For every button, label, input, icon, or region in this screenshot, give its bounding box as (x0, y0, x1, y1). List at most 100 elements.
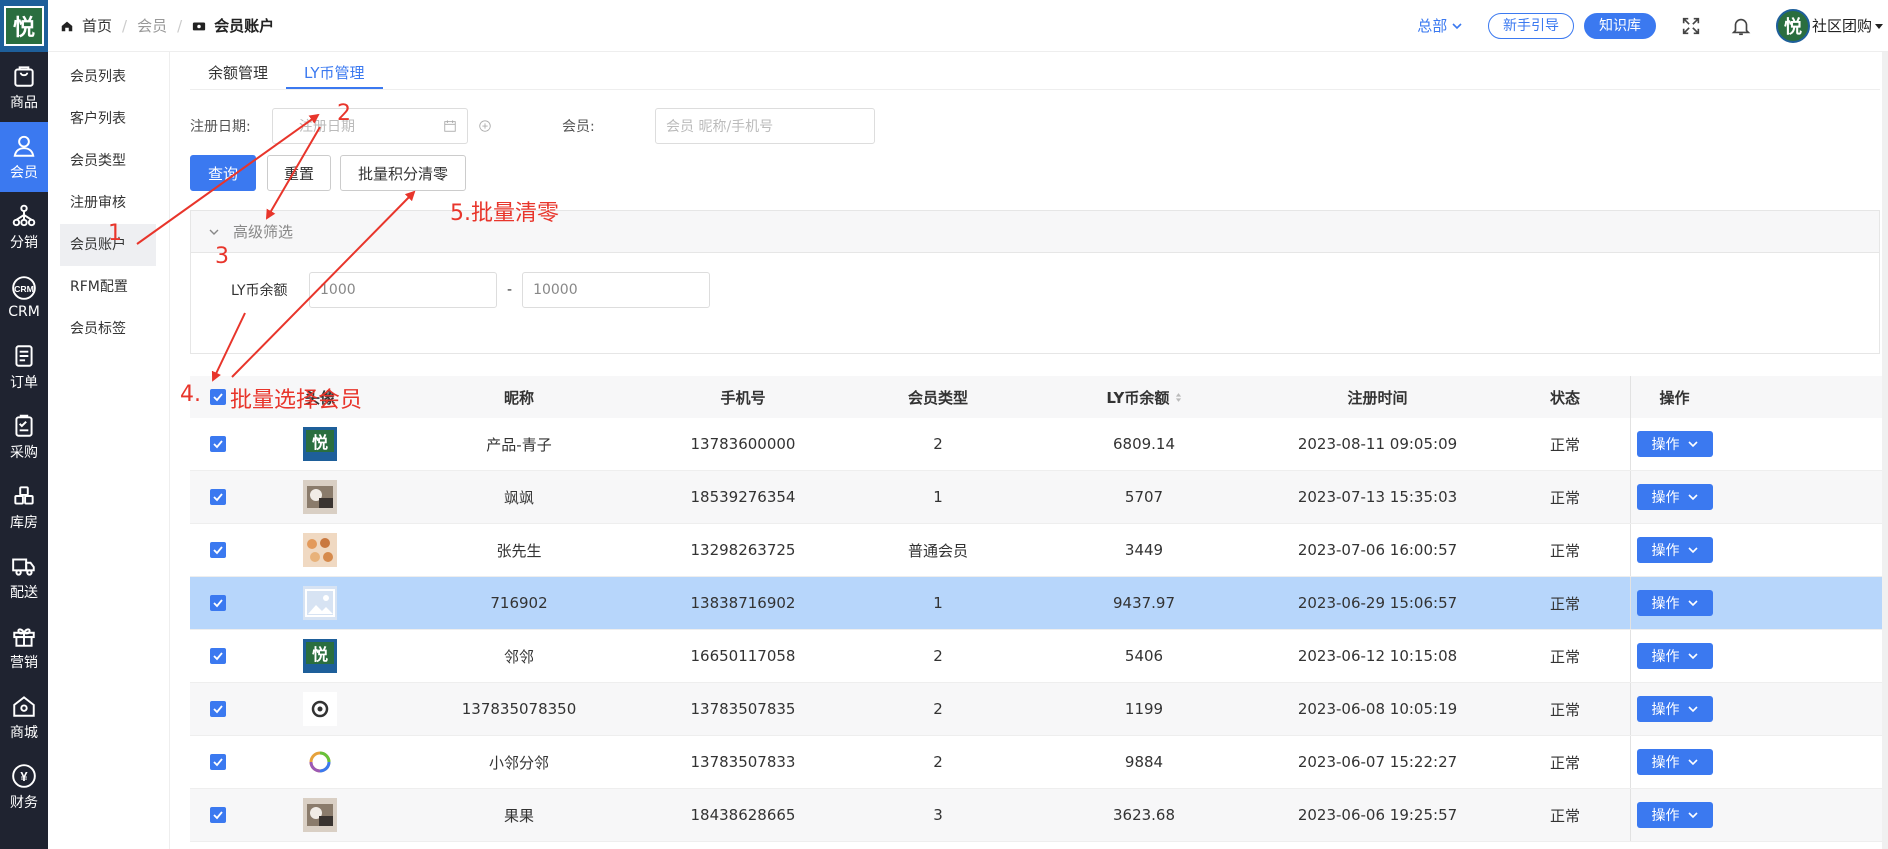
phone-cell: 13298263725 (690, 541, 796, 559)
nav-goods[interactable]: 商品 (0, 52, 48, 122)
app-logo[interactable]: 悦 (0, 0, 48, 52)
nav-warehouse[interactable]: 库房 (0, 472, 48, 542)
status-cell: 正常 (1549, 806, 1580, 825)
caret-down-icon[interactable] (1874, 21, 1884, 31)
nav-distribution[interactable]: 分销 (0, 192, 48, 262)
subnav-member-type[interactable]: 会员类型 (48, 140, 169, 182)
home-crumb-icon[interactable] (60, 19, 74, 33)
phone-cell: 13783507835 (690, 700, 796, 718)
member-type-cell: 2 (933, 700, 943, 718)
batch-clear-button[interactable]: 批量积分清零 (340, 155, 466, 191)
select-all-checkbox[interactable] (209, 389, 226, 405)
member-table: 头像 昵称 手机号 会员类型 LY币余额 注册时间 状态 操作 悦产品-青子 13… (190, 376, 1888, 842)
member-type-cell: 2 (933, 435, 943, 453)
order-icon (15, 344, 33, 367)
crumb-current: 会员账户 (214, 17, 275, 35)
store-name[interactable]: 社区团购 (1812, 15, 1872, 36)
ly-max-input[interactable]: 10000 (522, 272, 711, 308)
tab-ly-coin[interactable]: LY币管理 (286, 56, 383, 89)
operate-dropdown-button[interactable]: 操作 (1636, 590, 1713, 616)
operate-dropdown-button[interactable]: 操作 (1636, 643, 1713, 669)
operate-dropdown-button[interactable]: 操作 (1636, 484, 1713, 510)
row-select-cell[interactable] (190, 542, 245, 558)
table-row[interactable]: 飒飒 18539276354 1 5707 2023-07-13 15:35:03 正常 操… (190, 471, 1888, 524)
check-icon (212, 546, 223, 555)
calendar-icon[interactable] (443, 119, 457, 133)
subnav-rfm-config[interactable]: RFM配置 (48, 266, 169, 308)
member-avatar-image: 悦 (303, 427, 337, 461)
ly-balance-cell: 3449 (1124, 541, 1164, 559)
action-cell: 操作 (1630, 577, 1718, 629)
row-checkbox[interactable] (209, 542, 226, 558)
th-nickname: 昵称 (503, 388, 534, 407)
subnav-customer-list[interactable]: 客户列表 (48, 98, 169, 140)
nav-order[interactable]: 订单 (0, 332, 48, 402)
row-checkbox[interactable] (209, 701, 226, 717)
status-cell: 正常 (1549, 541, 1580, 560)
nav-purchase[interactable]: 采购 (0, 402, 48, 472)
subnav-member-list[interactable]: 会员列表 (48, 56, 169, 98)
row-select-cell[interactable] (190, 807, 245, 823)
operate-label: 操作 (1651, 437, 1680, 453)
subnav-member-tags[interactable]: 会员标签 (48, 308, 169, 350)
operate-dropdown-button[interactable]: 操作 (1636, 802, 1713, 828)
crumb-home[interactable]: 首页 (82, 15, 112, 36)
th-ly-balance[interactable]: LY币余额 (1033, 387, 1255, 408)
branch-selector[interactable]: 总部 (1417, 15, 1462, 36)
operate-dropdown-button[interactable]: 操作 (1636, 431, 1713, 457)
nav-member[interactable]: 会员 (0, 122, 48, 192)
nav-distribution-label: 分销 (10, 234, 38, 251)
row-checkbox[interactable] (209, 648, 226, 664)
chevron-down-icon (209, 229, 219, 235)
row-checkbox[interactable] (209, 754, 226, 770)
table-row[interactable]: 137835078350 13783507835 2 1199 2023-06-08 1… (190, 683, 1888, 736)
table-row[interactable]: 张先生 13298263725 普通会员 3449 2023-07-06 16:00:5… (190, 524, 1888, 577)
nav-crm[interactable]: CRM CRM (0, 262, 48, 332)
table-row[interactable]: 悦 邻邻 16650117058 2 5406 2023-06-12 10:15:08 正常… (190, 630, 1888, 683)
reg-date-input[interactable]: 注册日期 (272, 108, 468, 144)
row-checkbox[interactable] (209, 807, 226, 823)
table-row[interactable]: 小邻分邻 13783507833 2 9884 2023-06-07 15:22:27 正… (190, 736, 1888, 789)
knowledge-base-button[interactable]: 知识库 (1583, 12, 1656, 39)
table-row[interactable]: 716902 13838716902 1 9437.97 2023-06-29 15:0… (190, 577, 1888, 630)
row-select-cell[interactable] (190, 595, 245, 611)
nav-finance[interactable]: ¥ 财务 (0, 752, 48, 822)
bell-icon[interactable] (1730, 15, 1752, 37)
subnav-register-review[interactable]: 注册审核 (48, 182, 169, 224)
row-checkbox[interactable] (209, 595, 226, 611)
operate-dropdown-button[interactable]: 操作 (1636, 696, 1713, 722)
nav-delivery[interactable]: 配送 (0, 542, 48, 612)
table-row[interactable]: 悦 产品-青子 13783600000 2 6809.14 2023-08-11 09:0… (190, 418, 1888, 471)
nav-crm-label: CRM (8, 303, 40, 320)
operate-dropdown-button[interactable]: 操作 (1636, 749, 1713, 775)
status-cell: 正常 (1549, 594, 1580, 613)
guide-button[interactable]: 新手引导 (1487, 12, 1574, 39)
ly-min-input[interactable]: 1000 (309, 272, 497, 308)
query-button[interactable]: 查询 (190, 155, 256, 191)
nav-marketing[interactable]: 营销 (0, 612, 48, 682)
operate-dropdown-button[interactable]: 操作 (1636, 537, 1713, 563)
table-row[interactable]: 果果 18438628665 3 3623.68 2023-06-06 19:25:57… (190, 789, 1888, 842)
row-select-cell[interactable] (190, 701, 245, 717)
row-select-cell[interactable] (190, 648, 245, 664)
row-select-cell[interactable] (190, 436, 245, 452)
reset-button[interactable]: 重置 (267, 155, 331, 191)
row-checkbox[interactable] (209, 436, 226, 452)
fullscreen-icon[interactable] (1680, 15, 1702, 37)
row-select-cell[interactable] (190, 489, 245, 505)
check-icon (212, 440, 223, 449)
advanced-filter-label: 高级筛选 (233, 223, 294, 241)
add-circle-icon[interactable] (478, 119, 492, 133)
row-select-cell[interactable] (190, 754, 245, 770)
vertical-scrollbar[interactable] (1882, 52, 1888, 849)
user-avatar[interactable]: 悦 (1775, 8, 1810, 43)
crumb-member[interactable]: 会员 (137, 15, 167, 36)
row-checkbox[interactable] (209, 489, 226, 505)
sort-icon[interactable] (1175, 392, 1182, 403)
member-search-input[interactable]: 会员 昵称/手机号 (655, 108, 875, 144)
warehouse-icon (14, 485, 34, 505)
advanced-filter-toggle[interactable]: 高级筛选 (191, 211, 1879, 253)
tab-balance[interactable]: 余额管理 (190, 56, 286, 89)
operate-label: 操作 (1651, 543, 1680, 559)
nav-mall[interactable]: 商城 (0, 682, 48, 752)
